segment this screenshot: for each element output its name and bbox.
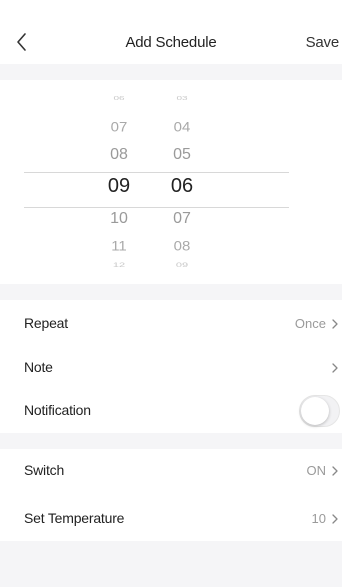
repeat-label: Repeat	[24, 315, 68, 331]
minute-option[interactable]: 05	[162, 147, 202, 163]
toggle-knob	[301, 397, 329, 425]
temperature-value: 10	[311, 511, 326, 526]
hour-option[interactable]: 08	[99, 147, 139, 163]
repeat-value: Once	[294, 316, 326, 331]
bottom-spacer	[0, 541, 342, 587]
note-label: Note	[24, 359, 53, 375]
time-picker[interactable]: 06 07 08 09 10 11 12 03 04 05 06 07 08 09	[0, 80, 342, 284]
hour-option[interactable]: 12	[99, 262, 139, 268]
section-divider	[0, 284, 342, 300]
minute-option[interactable]: 03	[162, 96, 202, 102]
picker-selection-bottom-line	[24, 207, 289, 208]
minute-option[interactable]: 06	[162, 176, 202, 196]
minute-option[interactable]: 07	[162, 211, 202, 227]
repeat-row[interactable]: Repeat Once	[0, 302, 342, 346]
switch-row[interactable]: Switch ON	[0, 449, 342, 493]
hour-option[interactable]: 06	[99, 96, 139, 102]
notification-toggle[interactable]	[299, 395, 340, 427]
section-divider	[0, 433, 342, 449]
switch-label: Switch	[24, 462, 65, 478]
hour-option[interactable]: 10	[99, 211, 139, 227]
hour-option[interactable]: 11	[99, 240, 139, 254]
minute-option[interactable]: 04	[162, 121, 202, 135]
switch-value: ON	[306, 463, 327, 478]
chevron-right-icon	[332, 466, 338, 476]
minute-option[interactable]: 09	[162, 262, 202, 268]
save-button[interactable]: Save	[306, 34, 340, 51]
notification-row: Notification	[0, 389, 342, 433]
page-title: Add Schedule	[125, 34, 217, 51]
hour-option[interactable]: 07	[99, 121, 139, 135]
temperature-label: Set Temperature	[24, 510, 125, 526]
chevron-right-icon	[332, 363, 338, 373]
picker-selection-top-line	[24, 172, 289, 173]
chevron-right-icon	[332, 514, 338, 524]
note-row[interactable]: Note	[0, 346, 342, 390]
temperature-row[interactable]: Set Temperature 10	[0, 497, 342, 541]
minute-option[interactable]: 08	[162, 240, 202, 254]
hour-option[interactable]: 09	[99, 176, 139, 196]
minute-wheel[interactable]: 03 04 05 06 07 08 09	[162, 80, 202, 284]
hour-wheel[interactable]: 06 07 08 09 10 11 12	[99, 80, 139, 284]
notification-label: Notification	[24, 402, 91, 418]
chevron-right-icon	[332, 319, 338, 329]
navigation-bar: Add Schedule Save	[0, 0, 342, 64]
section-divider	[0, 64, 342, 80]
